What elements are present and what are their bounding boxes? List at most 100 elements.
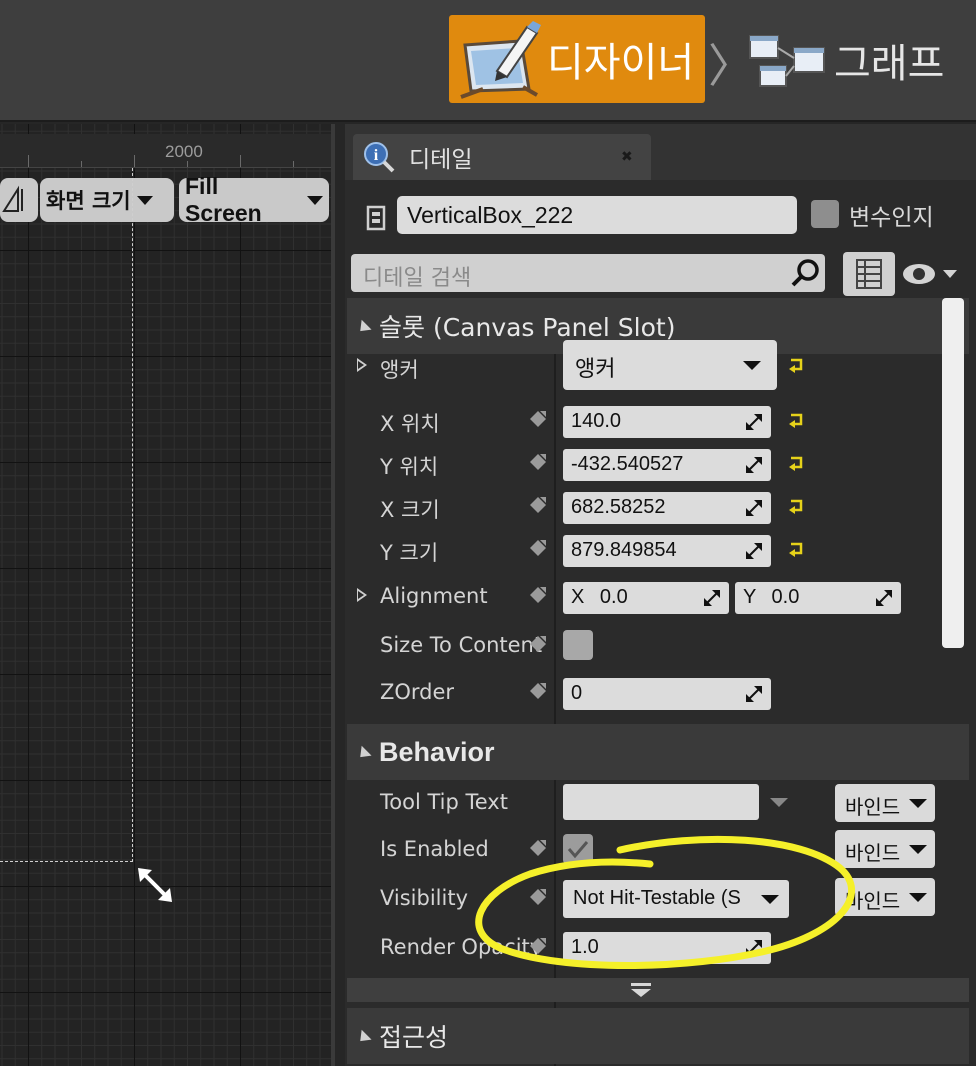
tooltip-text-label: Tool Tip Text (380, 790, 508, 814)
anchor-value: 앵커 (575, 357, 616, 382)
zorder-label: ZOrder (380, 680, 455, 704)
spin-arrows-icon (876, 590, 892, 606)
reset-to-default-icon[interactable] (787, 498, 805, 514)
details-scrollbar[interactable] (942, 298, 964, 648)
x-position-field[interactable]: 140.0 (563, 406, 771, 438)
widget-name-input[interactable]: VerticalBox_222 (397, 196, 797, 234)
spin-arrows-icon (746, 414, 762, 430)
close-icon[interactable]: ✖ (621, 149, 635, 163)
ruler-tick (293, 161, 294, 167)
keyframe-diamond-icon[interactable] (529, 635, 547, 653)
keyframe-diamond-icon[interactable] (529, 539, 547, 557)
alignment-label: Alignment (380, 584, 488, 608)
property-matrix-button[interactable] (843, 252, 895, 296)
x-size-value: 682.58252 (571, 496, 666, 518)
x-size-field[interactable]: 682.58252 (563, 492, 771, 524)
expand-arrow-icon[interactable] (357, 588, 367, 602)
highlight-circle-annotation (475, 835, 855, 969)
y-position-label: Y 위치 (380, 455, 439, 479)
y-size-label: Y 크기 (380, 541, 439, 565)
top-toolbar: 디자이너 〉 그래프 (0, 0, 976, 122)
search-icon (791, 259, 819, 287)
section-accessibility-header[interactable]: 접근성 (347, 1008, 969, 1064)
reset-to-default-icon[interactable] (787, 412, 805, 428)
eye-visibility-icon[interactable] (901, 256, 967, 292)
reset-to-default-icon[interactable] (787, 455, 805, 471)
x-position-value: 140.0 (571, 410, 622, 432)
reset-to-default-icon[interactable] (787, 541, 805, 557)
alignment-x-value: 0.0 (599, 586, 628, 608)
spin-arrows-icon (746, 543, 762, 559)
chevron-down-icon (909, 799, 927, 808)
tooltip-text-input[interactable] (563, 784, 759, 820)
visibility-label: Visibility (380, 886, 469, 910)
expand-down-icon (631, 983, 651, 997)
fill-screen-dropdown[interactable]: Fill Screen (179, 173, 329, 226)
screen-size-dropdown[interactable]: 화면 크기 (40, 178, 174, 222)
keyframe-diamond-icon[interactable] (529, 496, 547, 514)
tab-details-label: 디테일 (409, 147, 473, 173)
grid-view-icon (856, 259, 882, 289)
size-to-content-checkbox[interactable] (563, 630, 593, 660)
expand-arrow-icon[interactable] (357, 358, 367, 372)
reset-to-default-icon[interactable] (787, 357, 805, 373)
keyframe-diamond-icon[interactable] (529, 453, 547, 471)
is-variable-checkbox[interactable] (811, 200, 839, 228)
section-accessibility-title: 접근성 (379, 1023, 449, 1052)
svg-text:i: i (374, 147, 379, 164)
horizontal-ruler: 2000 (0, 134, 331, 168)
info-search-icon: i (364, 142, 395, 173)
zorder-value: 0 (571, 682, 583, 704)
chevron-down-icon (909, 893, 927, 902)
alignment-x-field[interactable]: X 0.0 (563, 582, 729, 614)
designer-pencil-icon (460, 21, 541, 99)
designer-mode-button[interactable]: 디자이너 (449, 15, 705, 103)
designer-mode-label: 디자이너 (547, 40, 695, 86)
ruler-tick (81, 161, 82, 167)
section-behavior-header[interactable]: Behavior (347, 724, 969, 780)
alignment-y-field[interactable]: Y 0.0 (735, 582, 901, 614)
widget-bounds-bottom-edge (0, 861, 133, 862)
size-to-content-label: Size To Content (380, 633, 543, 657)
keyframe-diamond-icon[interactable] (529, 682, 547, 700)
x-position-label: X 위치 (380, 412, 440, 436)
spin-arrows-icon (704, 590, 720, 606)
spin-arrows-icon (746, 457, 762, 473)
y-position-value: -432.540527 (571, 453, 684, 475)
dpi-scale-button[interactable] (0, 178, 38, 222)
bind-button[interactable]: 바인드 (835, 784, 935, 822)
collapse-triangle-icon (355, 1029, 372, 1046)
collapse-triangle-icon (355, 319, 372, 336)
fill-screen-label: Fill Screen (185, 173, 262, 226)
tab-details[interactable]: i 디테일 ✖ (353, 134, 651, 180)
details-search-placeholder: 디테일 검색 (363, 266, 472, 291)
chevron-down-icon (307, 195, 323, 205)
alignment-x-label: X (571, 586, 585, 608)
graph-mode-button[interactable]: 그래프 (746, 20, 944, 100)
keyframe-diamond-icon[interactable] (529, 586, 547, 604)
collapse-triangle-icon (355, 745, 372, 762)
y-position-field[interactable]: -432.540527 (563, 449, 771, 481)
chevron-down-icon (136, 195, 153, 205)
chevron-down-icon[interactable] (770, 798, 788, 807)
x-size-label: X 크기 (380, 498, 440, 522)
ruler-tick (134, 155, 135, 167)
graph-mode-label: 그래프 (834, 41, 945, 87)
resize-handle-icon[interactable] (136, 866, 174, 904)
y-size-value: 879.849854 (571, 539, 677, 561)
screen-size-label: 화면 크기 (46, 189, 131, 213)
chevron-down-icon (909, 845, 927, 854)
widget-type-icon (366, 205, 386, 231)
zorder-field[interactable]: 0 (563, 678, 771, 710)
anchor-dropdown[interactable]: 앵커 (563, 340, 777, 390)
designer-viewport[interactable]: 2000 화면 크기 Fill Screen (0, 124, 335, 1066)
section-behavior-title: Behavior (379, 736, 495, 767)
widget-bounds-right-edge (132, 168, 133, 862)
ruler-tick (28, 155, 29, 167)
keyframe-diamond-icon[interactable] (529, 410, 547, 428)
triangle-ruler-icon (2, 185, 23, 212)
is-variable-label: 변수인지 (849, 205, 934, 231)
y-size-field[interactable]: 879.849854 (563, 535, 771, 567)
details-search-input[interactable]: 디테일 검색 (351, 254, 825, 292)
graph-nodes-icon (749, 35, 825, 87)
